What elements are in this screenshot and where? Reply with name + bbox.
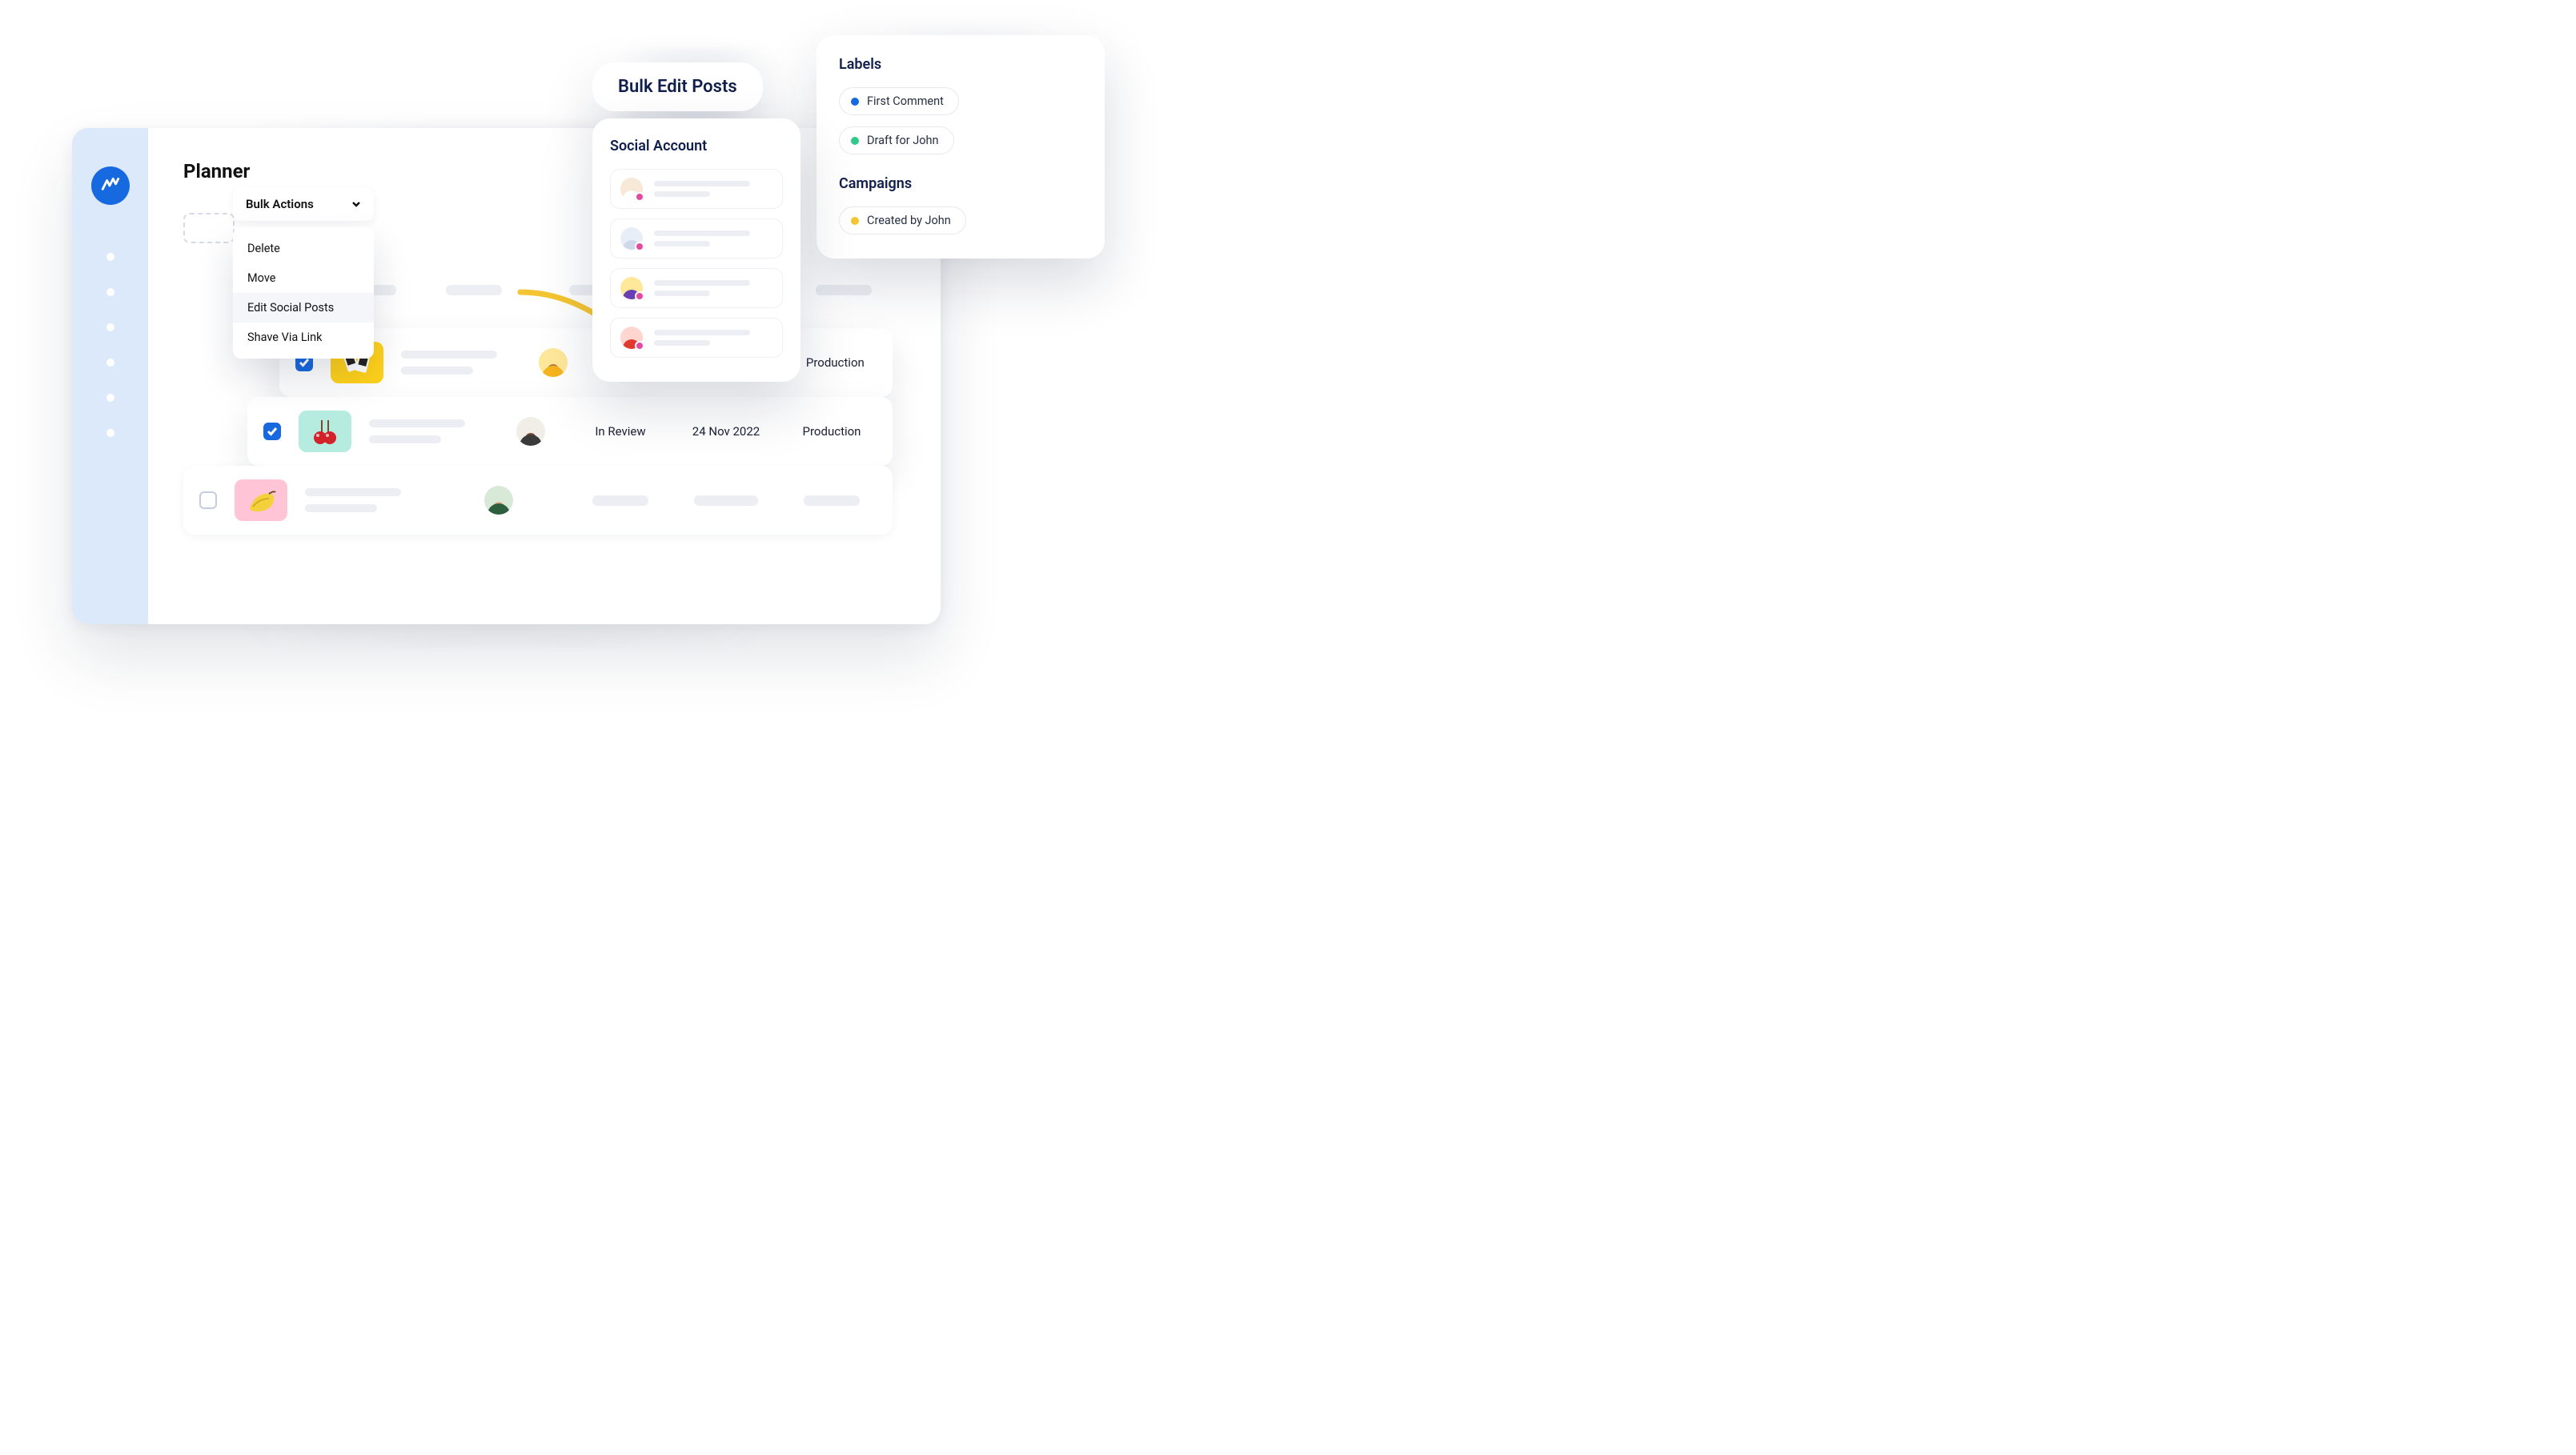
drop-target[interactable]: [183, 213, 235, 243]
avatar: [539, 348, 568, 377]
bulk-edit-pill-label: Bulk Edit Posts: [618, 77, 737, 97]
app-window: Planner In Review24 Nov 2022ProductionIn…: [72, 128, 941, 624]
chip-label: Draft for John: [867, 134, 939, 147]
network-badge-icon: [635, 192, 644, 202]
chip-label: Created by John: [867, 214, 951, 227]
post-row[interactable]: In Review 24 Nov 2022 Production: [247, 397, 893, 466]
nav-item[interactable]: [106, 288, 114, 296]
bulk-actions-label: Bulk Actions: [246, 197, 314, 211]
bulk-actions-trigger[interactable]: Bulk Actions: [233, 187, 374, 221]
network-badge-icon: [635, 291, 644, 301]
post-thumbnail: [235, 479, 287, 521]
social-account-panel: Social Account: [592, 118, 800, 382]
row-checkbox[interactable]: [263, 423, 281, 440]
date-cell: 24 Nov 2022: [678, 424, 774, 439]
avatar: [516, 417, 545, 446]
chip-dot-icon: [851, 137, 859, 145]
nav-item[interactable]: [106, 429, 114, 437]
social-account-title: Social Account: [610, 138, 783, 154]
social-account-row[interactable]: [610, 169, 783, 209]
post-thumbnail: [299, 411, 351, 452]
tag-cell: Production: [792, 424, 872, 439]
labels-title: Labels: [839, 56, 1082, 73]
bulk-actions-dropdown: Bulk Actions DeleteMoveEdit Social Posts…: [233, 187, 374, 359]
chip[interactable]: Draft for John: [839, 126, 954, 154]
row-checkbox[interactable]: [199, 491, 217, 509]
campaigns-title: Campaigns: [839, 175, 1082, 192]
status-cell: In Review: [580, 424, 660, 439]
chip-dot-icon: [851, 217, 859, 225]
nav-item[interactable]: [106, 359, 114, 367]
post-row[interactable]: [183, 466, 893, 535]
labels-panel: Labels First Comment Draft for John Campa…: [817, 35, 1105, 259]
sidebar: [72, 128, 148, 624]
bulk-actions-item[interactable]: Edit Social Posts: [233, 293, 374, 323]
chip-label: First Comment: [867, 94, 944, 108]
app-logo[interactable]: [91, 166, 130, 205]
chevron-down-icon: [351, 199, 361, 209]
bulk-edit-pill: Bulk Edit Posts: [592, 62, 763, 111]
nav-item[interactable]: [106, 253, 114, 261]
chip[interactable]: First Comment: [839, 87, 959, 115]
bulk-actions-item[interactable]: Delete: [233, 234, 374, 263]
social-account-row[interactable]: [610, 218, 783, 259]
chip[interactable]: Created by John: [839, 206, 966, 234]
bulk-actions-item[interactable]: Move: [233, 263, 374, 293]
chip-dot-icon: [851, 98, 859, 106]
tag-cell: Production: [799, 355, 872, 370]
bulk-actions-menu: DeleteMoveEdit Social PostsShave Via Lin…: [233, 227, 374, 359]
avatar: [484, 486, 513, 515]
nav-item[interactable]: [106, 394, 114, 402]
social-account-row[interactable]: [610, 318, 783, 358]
nav-item[interactable]: [106, 323, 114, 331]
social-account-row[interactable]: [610, 268, 783, 308]
network-badge-icon: [635, 341, 644, 351]
network-badge-icon: [635, 242, 644, 251]
bulk-actions-item[interactable]: Shave Via Link: [233, 323, 374, 352]
